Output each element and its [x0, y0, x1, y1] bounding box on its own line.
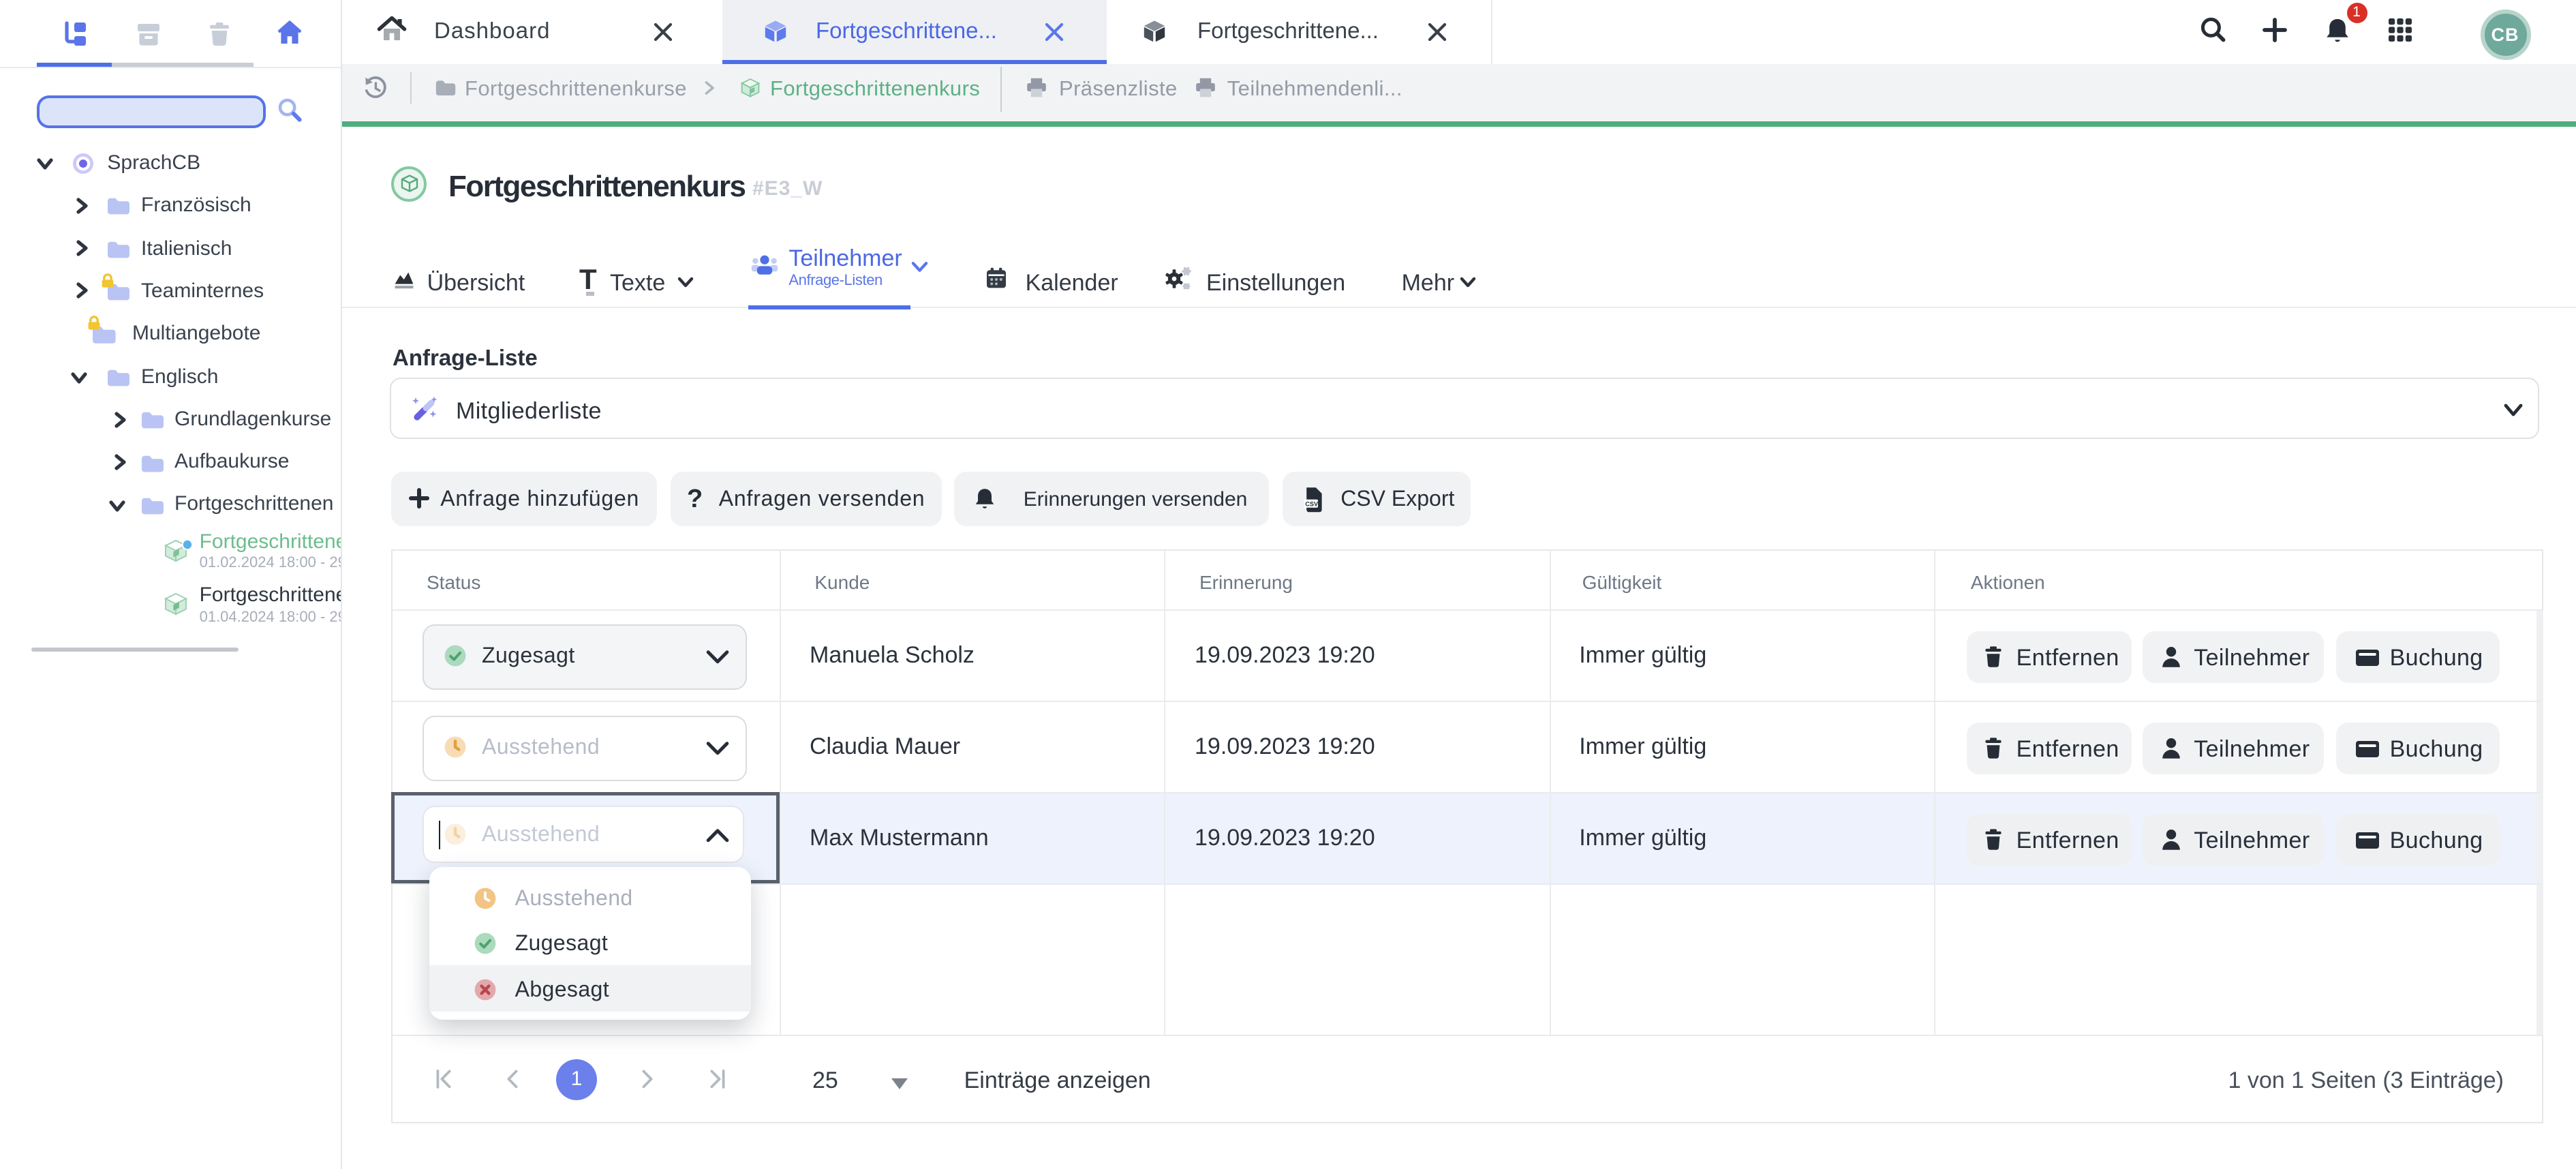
- svg-text:CSV: CSV: [1305, 500, 1319, 506]
